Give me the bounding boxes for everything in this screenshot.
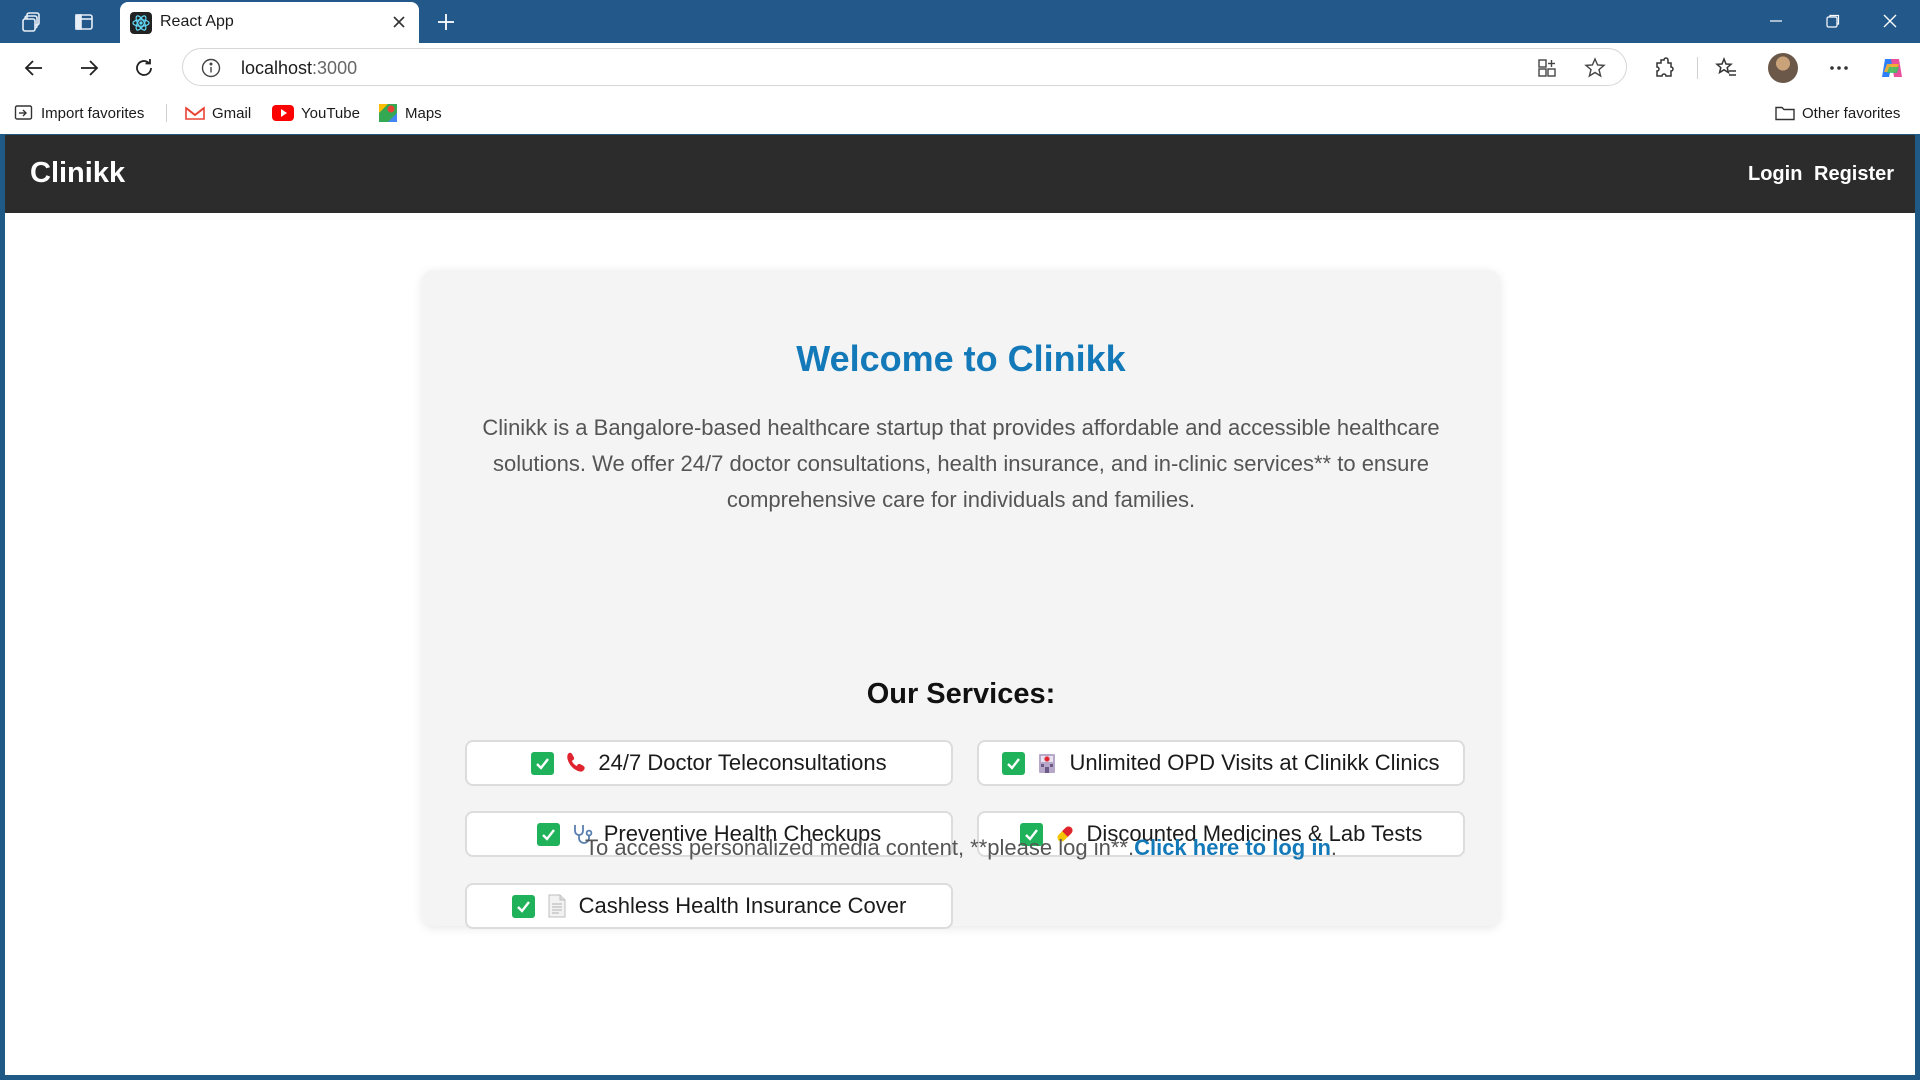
- service-label: Cashless Health Insurance Cover: [578, 893, 907, 918]
- react-favicon-icon: [130, 12, 152, 34]
- toolbar-divider: [1697, 57, 1698, 79]
- service-item-opd-visits: Unlimited OPD Visits at Clinikk Clinics: [977, 740, 1465, 786]
- checkmark-icon: [531, 751, 555, 775]
- profile-avatar[interactable]: [1768, 53, 1798, 83]
- youtube-icon: [272, 105, 294, 121]
- folder-icon: [1775, 106, 1795, 121]
- bookmark-gmail[interactable]: Gmail: [185, 102, 251, 124]
- url-host: localhost: [241, 58, 313, 78]
- tab-react-app[interactable]: React App: [120, 2, 419, 43]
- browser-toolbar: localhost:3000: [0, 43, 1920, 92]
- bookmark-label: Gmail: [212, 104, 252, 122]
- bookmark-import-favorites[interactable]: Import favorites: [14, 102, 144, 124]
- bookmark-label: YouTube: [301, 104, 360, 122]
- url-port: :3000: [312, 58, 358, 78]
- hospital-icon: [1035, 751, 1059, 775]
- login-note-period: .: [1330, 835, 1338, 860]
- bookmark-label: Import favorites: [41, 104, 145, 122]
- minimize-icon[interactable]: [1753, 6, 1799, 36]
- service-item-cashless-insurance: Cashless Health Insurance Cover: [465, 883, 953, 929]
- brand-logo[interactable]: Clinikk: [30, 157, 125, 190]
- gmail-icon: [185, 106, 205, 120]
- url-text[interactable]: localhost:3000: [241, 58, 357, 79]
- checkmark-icon: [511, 894, 535, 918]
- welcome-card: Welcome to Clinikk Clinikk is a Bangalor…: [422, 270, 1500, 929]
- login-note: To access personalized media content, **…: [422, 835, 1500, 861]
- new-tab-button[interactable]: [432, 8, 460, 36]
- app-available-icon[interactable]: [1535, 56, 1559, 80]
- register-link[interactable]: Register: [1814, 163, 1894, 186]
- other-favorites[interactable]: Other favorites: [1775, 102, 1900, 124]
- service-label: 24/7 Doctor Teleconsultations: [598, 750, 887, 775]
- description-text: Clinikk is a Bangalore-based healthcare …: [482, 415, 1440, 512]
- checkmark-icon: [1002, 751, 1026, 775]
- maps-icon: [379, 104, 397, 122]
- service-label: Unlimited OPD Visits at Clinikk Clinics: [1069, 750, 1440, 775]
- bookmarks-bar: Import favorites Gmail YouTube Maps Othe…: [0, 92, 1920, 134]
- close-tab-icon[interactable]: [389, 12, 409, 32]
- refresh-icon[interactable]: [128, 52, 160, 84]
- service-item-teleconsultations: 24/7 Doctor Teleconsultations: [465, 740, 953, 786]
- workspaces-icon[interactable]: [18, 8, 46, 36]
- click-to-login-link[interactable]: Click here to log in: [1134, 835, 1331, 860]
- other-favorites-label: Other favorites: [1802, 104, 1901, 122]
- tab-title: React App: [160, 13, 234, 30]
- favorites-icon[interactable]: [1712, 54, 1740, 82]
- site-navbar: Clinikk Login Register: [5, 135, 1915, 213]
- site-info-icon[interactable]: [201, 58, 221, 78]
- telephone-icon: [564, 751, 588, 775]
- page-title: Welcome to Clinikk: [796, 338, 1126, 379]
- favorite-star-icon[interactable]: [1583, 56, 1607, 80]
- bookmark-youtube[interactable]: YouTube: [272, 102, 360, 124]
- window-bottom-border: [0, 1075, 1920, 1080]
- bookmark-label: Maps: [405, 104, 442, 122]
- bookmark-separator: [166, 104, 167, 122]
- forward-arrow-icon[interactable]: [73, 52, 105, 84]
- page-content: Clinikk Login Register Welcome to Clinik…: [5, 135, 1915, 1075]
- bookmark-maps[interactable]: Maps: [378, 102, 442, 124]
- back-arrow-icon[interactable]: [18, 52, 50, 84]
- extensions-icon[interactable]: [1650, 54, 1678, 82]
- close-window-icon[interactable]: [1867, 6, 1913, 36]
- document-icon: [545, 894, 569, 918]
- login-link[interactable]: Login: [1748, 163, 1802, 186]
- vertical-tabs-icon[interactable]: [70, 8, 98, 36]
- browser-tab-bar: React App: [0, 0, 1920, 43]
- login-note-text: To access personalized media content, **…: [584, 835, 1135, 860]
- services-heading: Our Services:: [866, 678, 1056, 710]
- restore-icon[interactable]: [1810, 6, 1856, 36]
- address-bar[interactable]: localhost:3000: [182, 48, 1627, 86]
- copilot-icon[interactable]: [1878, 54, 1906, 82]
- more-options-icon[interactable]: [1825, 54, 1853, 82]
- import-icon: [14, 105, 33, 120]
